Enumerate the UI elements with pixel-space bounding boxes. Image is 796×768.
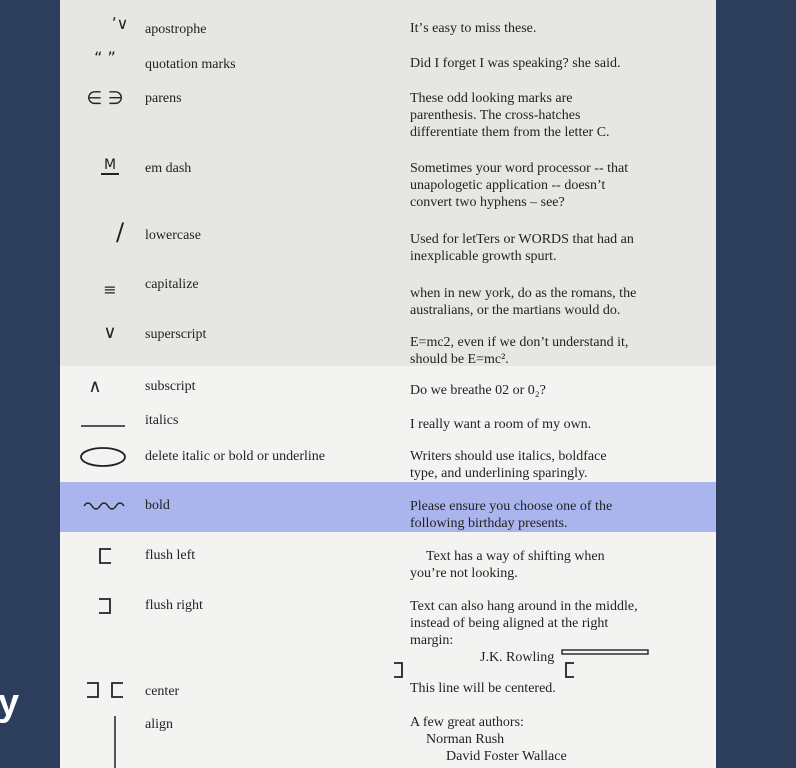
example-line: differentiate them from the letter C. [410, 125, 610, 140]
vertical-line-icon [105, 714, 125, 768]
parens-mark-icon: ∈ ∋ [86, 88, 124, 109]
mark-name: align [145, 717, 173, 732]
quotation-caret-icon: “ ” [94, 48, 116, 67]
em-dash-mark-icon: M [80, 154, 140, 175]
mark-name: center [145, 684, 180, 699]
example-line: Itʼs easy to miss these. [410, 21, 537, 36]
example-line: This line will be centered. [410, 681, 556, 696]
signature-line-icon [561, 649, 649, 655]
example-line: E=mc2, even if we don’t understand it, [410, 335, 629, 350]
example-line: following birthday presents. [410, 516, 568, 531]
oval-icon-graphic [80, 447, 126, 467]
triple-underline-icon: ≡ [103, 280, 117, 299]
underline-icon [78, 412, 128, 432]
example-line: convert two hyphens – see? [410, 195, 565, 210]
mark-name: flush left [145, 548, 196, 563]
mark-example: Writers should use italics, boldface typ… [410, 448, 690, 482]
mark-example: These odd looking marks are parenthesis.… [410, 90, 690, 141]
mark-name: em dash [145, 161, 192, 176]
vertical-line-icon-graphic [114, 716, 116, 768]
mark-name: quotation marks [145, 57, 236, 72]
mark-name: capitalize [145, 277, 199, 292]
mark-name: flush right [145, 598, 203, 613]
example-line: Text can also hang around in the middle, [410, 599, 638, 614]
bracket-left-icon [90, 546, 120, 566]
underline-icon-graphic [81, 425, 125, 427]
example-line: Used for letTers or WORDS that had an [410, 232, 634, 247]
mark-example: Text has a way of shifting when you’re n… [410, 548, 690, 582]
example-line: Norman Rush [426, 732, 505, 747]
bracket-right-icon-graphic [99, 598, 111, 614]
mark-name: subscript [145, 379, 196, 394]
bracket-right-icon [90, 596, 120, 616]
mark-example: Please ensure you choose one of the foll… [410, 498, 690, 532]
example-line: unapologetic application -- doesn’t [410, 178, 606, 193]
mark-example: E=mc2, even if we don’t understand it, s… [410, 334, 690, 368]
mark-example: Did I forget I was speaking? she said. [410, 55, 690, 72]
mark-name: superscript [145, 327, 207, 342]
example-line: instead of being aligned at the right [410, 616, 609, 631]
mark-example: when in new york, do as the romans, the … [410, 285, 690, 319]
proofreading-marks-sheet: ʼ∨ apostrophe Itʼs easy to miss these. “… [60, 0, 716, 768]
mark-example: Sometimes your word processor -- that un… [410, 160, 690, 211]
example-line: when in new york, do as the romans, the [410, 286, 637, 301]
apostrophe-caret-icon: ʼ∨ [111, 14, 129, 33]
wavy-underline-icon [75, 496, 135, 514]
example-line: australians, or the martians would do. [410, 303, 621, 318]
example-line: Writers should use italics, boldface [410, 449, 607, 464]
example-line: Please ensure you choose one of the [410, 499, 613, 514]
mark-example: A few great authors: Norman Rush David F… [410, 714, 690, 765]
superscript-caret-icon: ∨ [103, 322, 117, 343]
subscript-caret-icon: ∧ [88, 376, 102, 397]
mark-name: bold [145, 498, 170, 513]
example-line: I really want a room of my own. [410, 417, 592, 432]
mark-name: delete italic or bold or underline [145, 449, 325, 464]
example-line: Did I forget I was speaking? she said. [410, 56, 621, 71]
example-line: Sometimes your word processor -- that [410, 161, 629, 176]
example-line: you’re not looking. [410, 566, 518, 581]
example-line: inexplicable growth spurt. [410, 249, 557, 264]
wavy-underline-icon-graphic [83, 502, 125, 510]
example-line: These odd looking marks are [410, 91, 573, 106]
bracket-right-icon [394, 662, 403, 678]
mark-example: This line will be centered. [410, 680, 690, 697]
mark-name: italics [145, 413, 179, 428]
mark-example: Itʼs easy to miss these. [410, 20, 690, 37]
example-line: type, and underlining sparingly. [410, 466, 588, 481]
slash-mark-icon: / [115, 218, 125, 246]
example-line: parenthesis. The cross-hatches [410, 108, 581, 123]
center-brackets-icon-graphic [87, 682, 123, 698]
mark-name: parens [145, 91, 182, 106]
center-brackets-icon [80, 680, 130, 700]
em-dash-letter: M [100, 157, 120, 175]
bracket-left-icon-graphic [99, 548, 111, 564]
example-line: Do we breathe 02 or 0₂? [410, 383, 546, 398]
mark-name: apostrophe [145, 22, 207, 37]
mark-name: lowercase [145, 228, 201, 243]
example-line: A few great authors: [410, 715, 524, 730]
mark-example: Do we breathe 02 or 0₂? [410, 382, 690, 399]
oval-icon [78, 446, 128, 468]
mark-example: I really want a room of my own. [410, 416, 690, 433]
example-line: Text has a way of shifting when [426, 549, 605, 564]
example-line: should be E=mc². [410, 352, 509, 367]
background-title-fragment: y [0, 682, 20, 724]
mark-example: Used for letTers or WORDS that had an in… [410, 231, 690, 265]
bracket-left-icon [565, 662, 574, 678]
example-line: David Foster Wallace [446, 749, 567, 764]
